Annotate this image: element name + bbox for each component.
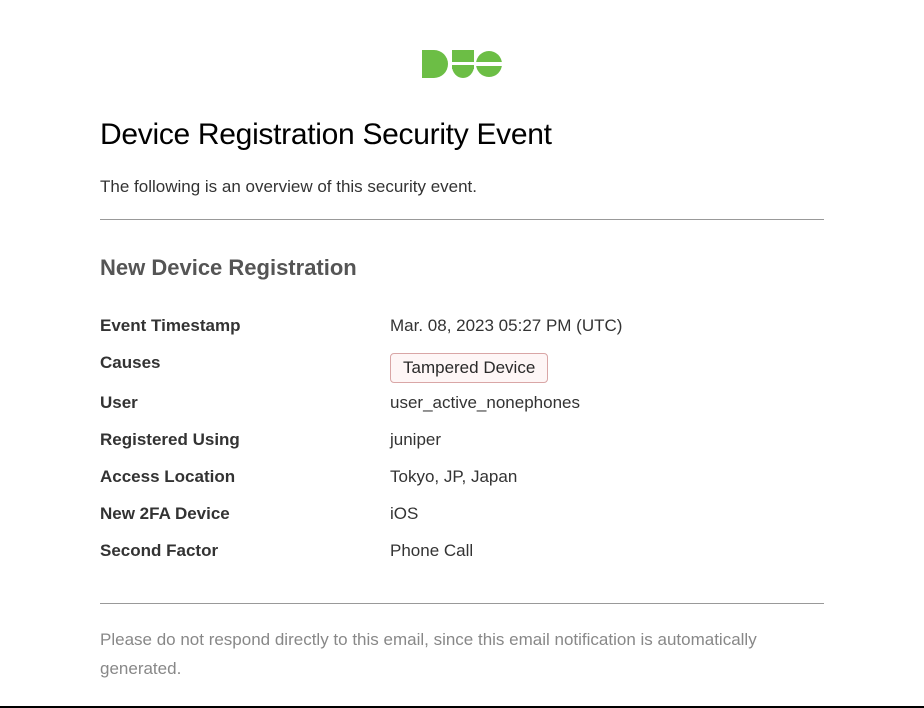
detail-value: Tokyo, JP, Japan: [390, 462, 824, 499]
detail-row-causes: Causes Tampered Device: [100, 348, 824, 388]
overview-text: The following is an overview of this sec…: [100, 177, 824, 197]
detail-value: juniper: [390, 425, 824, 462]
divider-bottom: [100, 603, 824, 604]
detail-label: Event Timestamp: [100, 311, 390, 348]
detail-label: User: [100, 388, 390, 425]
detail-value: Mar. 08, 2023 05:27 PM (UTC): [390, 311, 824, 348]
detail-row-event-timestamp: Event Timestamp Mar. 08, 2023 05:27 PM (…: [100, 311, 824, 348]
section-title: New Device Registration: [100, 255, 824, 281]
footer-text: Please do not respond directly to this e…: [100, 626, 824, 684]
detail-value: Phone Call: [390, 536, 824, 573]
detail-label: Access Location: [100, 462, 390, 499]
detail-row-registered-using: Registered Using juniper: [100, 425, 824, 462]
detail-label: Second Factor: [100, 536, 390, 573]
detail-row-access-location: Access Location Tokyo, JP, Japan: [100, 462, 824, 499]
detail-row-user: User user_active_nonephones: [100, 388, 824, 425]
detail-value: user_active_nonephones: [390, 388, 824, 425]
detail-value: iOS: [390, 499, 824, 536]
logo-container: [100, 50, 824, 83]
detail-label: Registered Using: [100, 425, 390, 462]
detail-label: Causes: [100, 348, 390, 388]
detail-label: New 2FA Device: [100, 499, 390, 536]
divider-top: [100, 219, 824, 220]
detail-row-second-factor: Second Factor Phone Call: [100, 536, 824, 573]
duo-logo-icon: [422, 50, 502, 83]
page-title: Device Registration Security Event: [100, 118, 824, 152]
detail-row-new-2fa-device: New 2FA Device iOS: [100, 499, 824, 536]
detail-value: Tampered Device: [390, 348, 824, 388]
details-table: Event Timestamp Mar. 08, 2023 05:27 PM (…: [100, 311, 824, 573]
causes-badge: Tampered Device: [390, 353, 548, 383]
